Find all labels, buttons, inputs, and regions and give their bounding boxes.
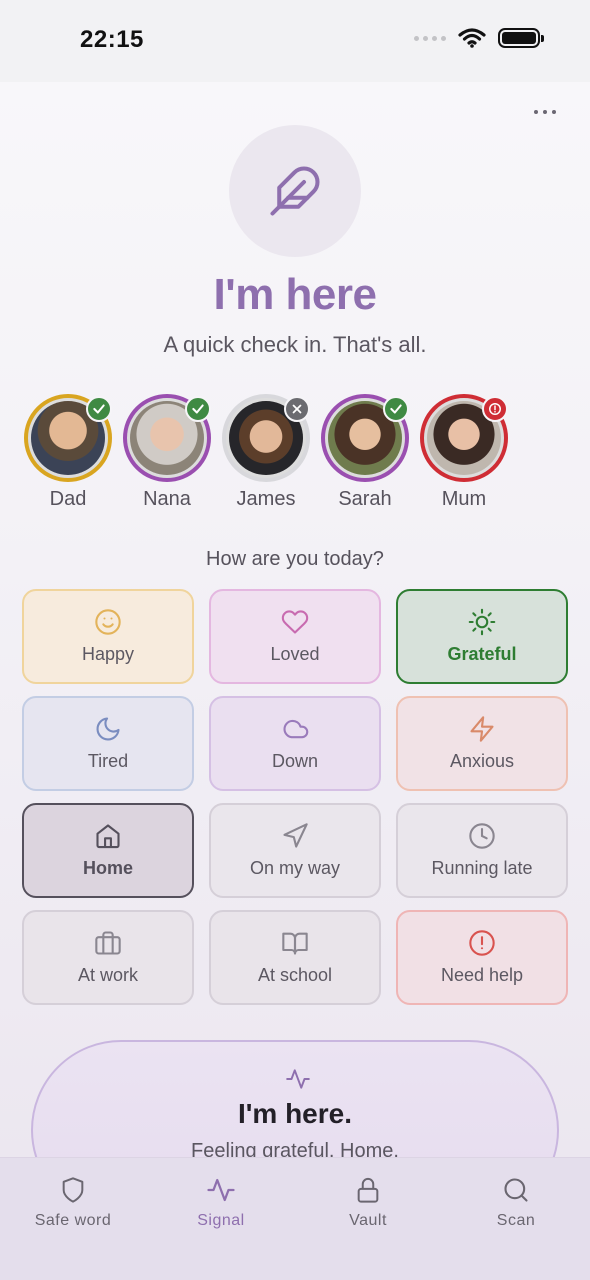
book-icon: [282, 932, 308, 955]
tab-vault[interactable]: Vault: [308, 1174, 428, 1230]
heart-icon: [281, 610, 309, 634]
lock-icon: [357, 1178, 379, 1203]
tile-label: At work: [77, 965, 138, 985]
contact-nana[interactable]: Nana: [122, 394, 212, 511]
moon-icon: [96, 717, 120, 741]
cloud-icon: [283, 719, 309, 739]
tile-label: On my way: [249, 858, 341, 878]
tile-label: Anxious: [449, 751, 515, 771]
status-tile-at-school[interactable]: At school: [209, 910, 381, 1005]
contact-name: Nana: [143, 488, 191, 510]
check-badge-icon: [383, 396, 409, 422]
pulse-icon: [207, 1178, 235, 1202]
tab-label: Signal: [197, 1212, 245, 1229]
tab-bar: Safe word Signal Vault Scan: [0, 1157, 590, 1280]
mood-tile-grateful[interactable]: Grateful: [396, 589, 568, 684]
pulse-icon: [286, 1069, 310, 1089]
check-in-title: I'm here.: [237, 1098, 353, 1129]
status-tile-need-help[interactable]: Need help: [396, 910, 568, 1005]
tile-label: Home: [82, 858, 133, 878]
avatar: [222, 394, 310, 482]
tile-label: Loved: [270, 644, 320, 664]
contact-name: Mum: [441, 488, 487, 510]
wifi-icon: [458, 28, 486, 48]
navigation-icon: [283, 823, 308, 848]
tab-label: Safe word: [34, 1212, 112, 1229]
status-tile-on-my-way[interactable]: On my way: [209, 803, 381, 898]
status-tile-home[interactable]: Home: [22, 803, 194, 898]
tile-label: Down: [271, 751, 319, 771]
avatar: [123, 394, 211, 482]
status-icons: [414, 28, 544, 48]
more-options-button[interactable]: [534, 110, 556, 114]
alert-circle-icon: [469, 930, 495, 956]
check-in-button[interactable]: I'm here. Feeling grateful. Home.: [31, 1040, 559, 1157]
tile-label: Tired: [87, 751, 129, 771]
contact-sarah[interactable]: Sarah: [320, 394, 410, 511]
contact-name: Sarah: [338, 488, 392, 510]
check-badge-icon: [86, 396, 112, 422]
shield-icon: [62, 1177, 84, 1203]
search-icon: [504, 1178, 528, 1202]
contact-dad[interactable]: Dad: [23, 394, 113, 511]
tab-label: Vault: [349, 1212, 387, 1229]
status-tile-running-late[interactable]: Running late: [396, 803, 568, 898]
tile-label: Need help: [440, 965, 524, 985]
tab-signal[interactable]: Signal: [161, 1174, 281, 1230]
check-in-subtitle: Feeling grateful. Home.: [191, 1140, 399, 1157]
mood-tile-anxious[interactable]: Anxious: [396, 696, 568, 791]
tile-label: Happy: [81, 644, 135, 664]
tab-safe-word[interactable]: Safe word: [13, 1174, 133, 1230]
cellular-signal-icon: [414, 35, 446, 41]
contact-mum[interactable]: Mum: [419, 394, 509, 511]
status-time: 22:15: [80, 26, 144, 53]
contact-james[interactable]: James: [221, 394, 311, 511]
mood-grid: Happy Loved Grateful Tired Down Anxious …: [22, 589, 568, 1005]
tab-scan[interactable]: Scan: [456, 1174, 576, 1230]
home-icon: [96, 824, 120, 849]
mood-tile-down[interactable]: Down: [209, 696, 381, 791]
mood-tile-tired[interactable]: Tired: [22, 696, 194, 791]
tile-label: Running late: [431, 858, 533, 878]
mood-tile-loved[interactable]: Loved: [209, 589, 381, 684]
contact-name: James: [236, 488, 296, 510]
mood-question: How are you today?: [206, 548, 384, 570]
status-bar: 22:15: [0, 0, 590, 82]
tile-label: At school: [257, 965, 333, 985]
feather-badge: [229, 125, 361, 257]
page-title: I'm here: [213, 270, 377, 319]
contact-name: Dad: [49, 488, 87, 510]
sun-icon: [468, 608, 496, 636]
avatar: [420, 394, 508, 482]
contacts-row: Dad Nana James Sarah Mum: [0, 394, 590, 514]
status-tile-at-work[interactable]: At work: [22, 910, 194, 1005]
check-badge-icon: [185, 396, 211, 422]
mood-tile-happy[interactable]: Happy: [22, 589, 194, 684]
alert-badge-icon: [482, 396, 508, 422]
smile-icon: [95, 609, 121, 635]
x-badge-icon: [284, 396, 310, 422]
main-content: I'm here A quick check in. That's all. D…: [0, 82, 590, 1157]
bolt-icon: [470, 716, 494, 742]
clock-icon: [469, 823, 495, 849]
briefcase-icon: [95, 931, 121, 955]
avatar: [24, 394, 112, 482]
battery-icon: [498, 28, 544, 48]
tile-label: Grateful: [447, 644, 517, 664]
feather-icon: [270, 166, 320, 216]
tab-label: Scan: [496, 1212, 536, 1229]
avatar: [321, 394, 409, 482]
page-subtitle: A quick check in. That's all.: [163, 332, 427, 357]
